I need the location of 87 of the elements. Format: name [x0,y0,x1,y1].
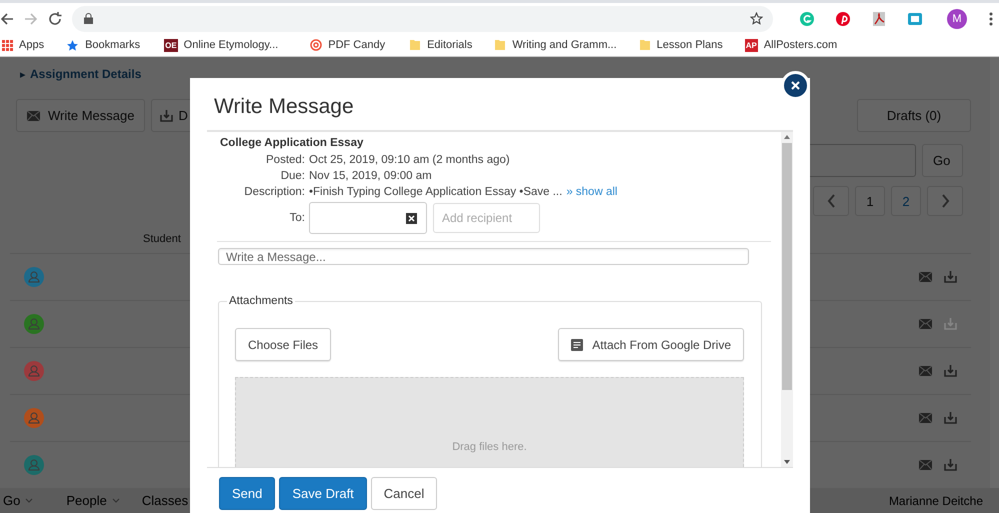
spiral-icon [310,39,322,51]
clear-icon[interactable] [406,212,417,224]
download-icon [944,459,957,471]
bookmark[interactable]: OE Online Etymology... [164,38,288,52]
back-icon[interactable] [0,12,14,26]
bookmark[interactable]: PDF Candy [310,39,396,51]
detail-label: Description: [243,186,305,198]
toolbar-button[interactable]: Write Message [16,99,146,132]
assignment-title: College Application Essay [220,137,364,149]
bookmark-label: Bookmarks [85,39,140,51]
folder-icon [494,39,506,51]
site-logo: AP [744,38,758,52]
pdf-icon[interactable] [871,10,887,26]
to-label: To: [288,212,305,224]
add-recipient-field[interactable]: Add recipient [433,203,540,233]
choose-files-button[interactable]: Choose Files [235,328,332,361]
lock-icon [84,13,93,24]
go-button[interactable]: Go [922,144,963,177]
section-title[interactable]: Assignment Details [30,67,142,81]
bookmark[interactable]: Writing and Gramm... [494,39,627,51]
detail-value: Oct 25, 2019, 09:10 am (2 months ago) [309,154,510,166]
detail-label: Due: [280,170,305,182]
scrollbar[interactable] [781,132,793,467]
bookmark-label: Lesson Plans [656,39,723,51]
dialog-button[interactable]: Send [219,477,276,510]
pin-icon[interactable] [835,10,851,26]
bookmark-label: Editorials [427,39,472,51]
download-icon [944,318,957,330]
star-outline-icon[interactable] [750,12,763,25]
folder-icon [638,39,651,51]
bookmark[interactable]: Bookmarks [66,38,150,52]
column-header: Student [143,233,181,245]
detail-value: Nov 15, 2019, 09:00 am [309,170,432,182]
apps-grid-icon [2,40,13,50]
nav-menu[interactable]: Classes [142,493,188,508]
dialog-title: Write Message [214,95,354,118]
chevron-right-icon [940,194,950,208]
mail-icon [919,366,932,376]
bookmark[interactable]: Apps [2,39,54,51]
recipient-field[interactable] [309,202,427,234]
page-button[interactable]: 2 [891,186,921,216]
bookmark-label: Apps [19,39,44,51]
page-button[interactable]: 1 [855,186,885,216]
bookmark-label: PDF Candy [328,39,386,51]
nav-menu[interactable]: People [66,493,120,508]
menu-icon[interactable] [989,12,993,26]
mail-icon [27,110,40,120]
bookmark[interactable]: Lesson Plans [638,39,733,51]
user-name[interactable]: Marianne Deitche [888,494,983,508]
close-icon [791,81,800,90]
drafts-button[interactable]: Drafts (0) [857,99,971,132]
site-logo: OE [164,38,178,52]
document-icon [571,338,584,350]
bookmark[interactable]: AP AllPosters.com [744,38,848,52]
google-drive-button[interactable]: Attach From Google Drive [558,328,744,361]
dialog-button[interactable]: Save Draft [279,477,367,510]
drop-hint: Drag files here. [452,441,527,453]
attachments-legend: Attachments [227,295,295,307]
profile-avatar[interactable]: M [947,8,967,28]
dialog-button[interactable]: Cancel [370,477,438,510]
mail-icon [919,413,932,423]
detail-value: •Finish Typing College Application Essay •Save ... [309,186,562,198]
expand-marker[interactable]: ▸ [20,68,26,80]
caret-icon [25,498,34,503]
nav-menu[interactable]: Go [3,493,34,508]
mail-icon [919,272,932,282]
message-field[interactable]: Write a Message... [218,248,749,265]
bookmark-label: AllPosters.com [764,39,838,51]
bookmark[interactable]: Editorials [409,39,482,51]
caret-icon [112,498,120,503]
detail-label: Posted: [265,154,305,166]
previous-page-button[interactable] [813,186,849,216]
mail-icon [919,319,932,329]
bookmark-label: Online Etymology... [184,39,278,51]
chevron-left-icon [826,194,836,208]
reload-icon[interactable] [48,12,62,26]
download-icon [944,271,957,283]
mail-icon [919,460,932,470]
show-all-link[interactable]: » show all [566,186,618,198]
screen-capture-icon[interactable] [907,10,923,26]
download-icon [944,365,957,377]
star-icon [66,38,80,52]
bookmark-label: Writing and Gramm... [512,39,617,51]
download-icon [944,412,957,424]
download-icon [160,110,174,122]
folder-icon [409,39,422,51]
next-page-button[interactable] [927,186,963,216]
